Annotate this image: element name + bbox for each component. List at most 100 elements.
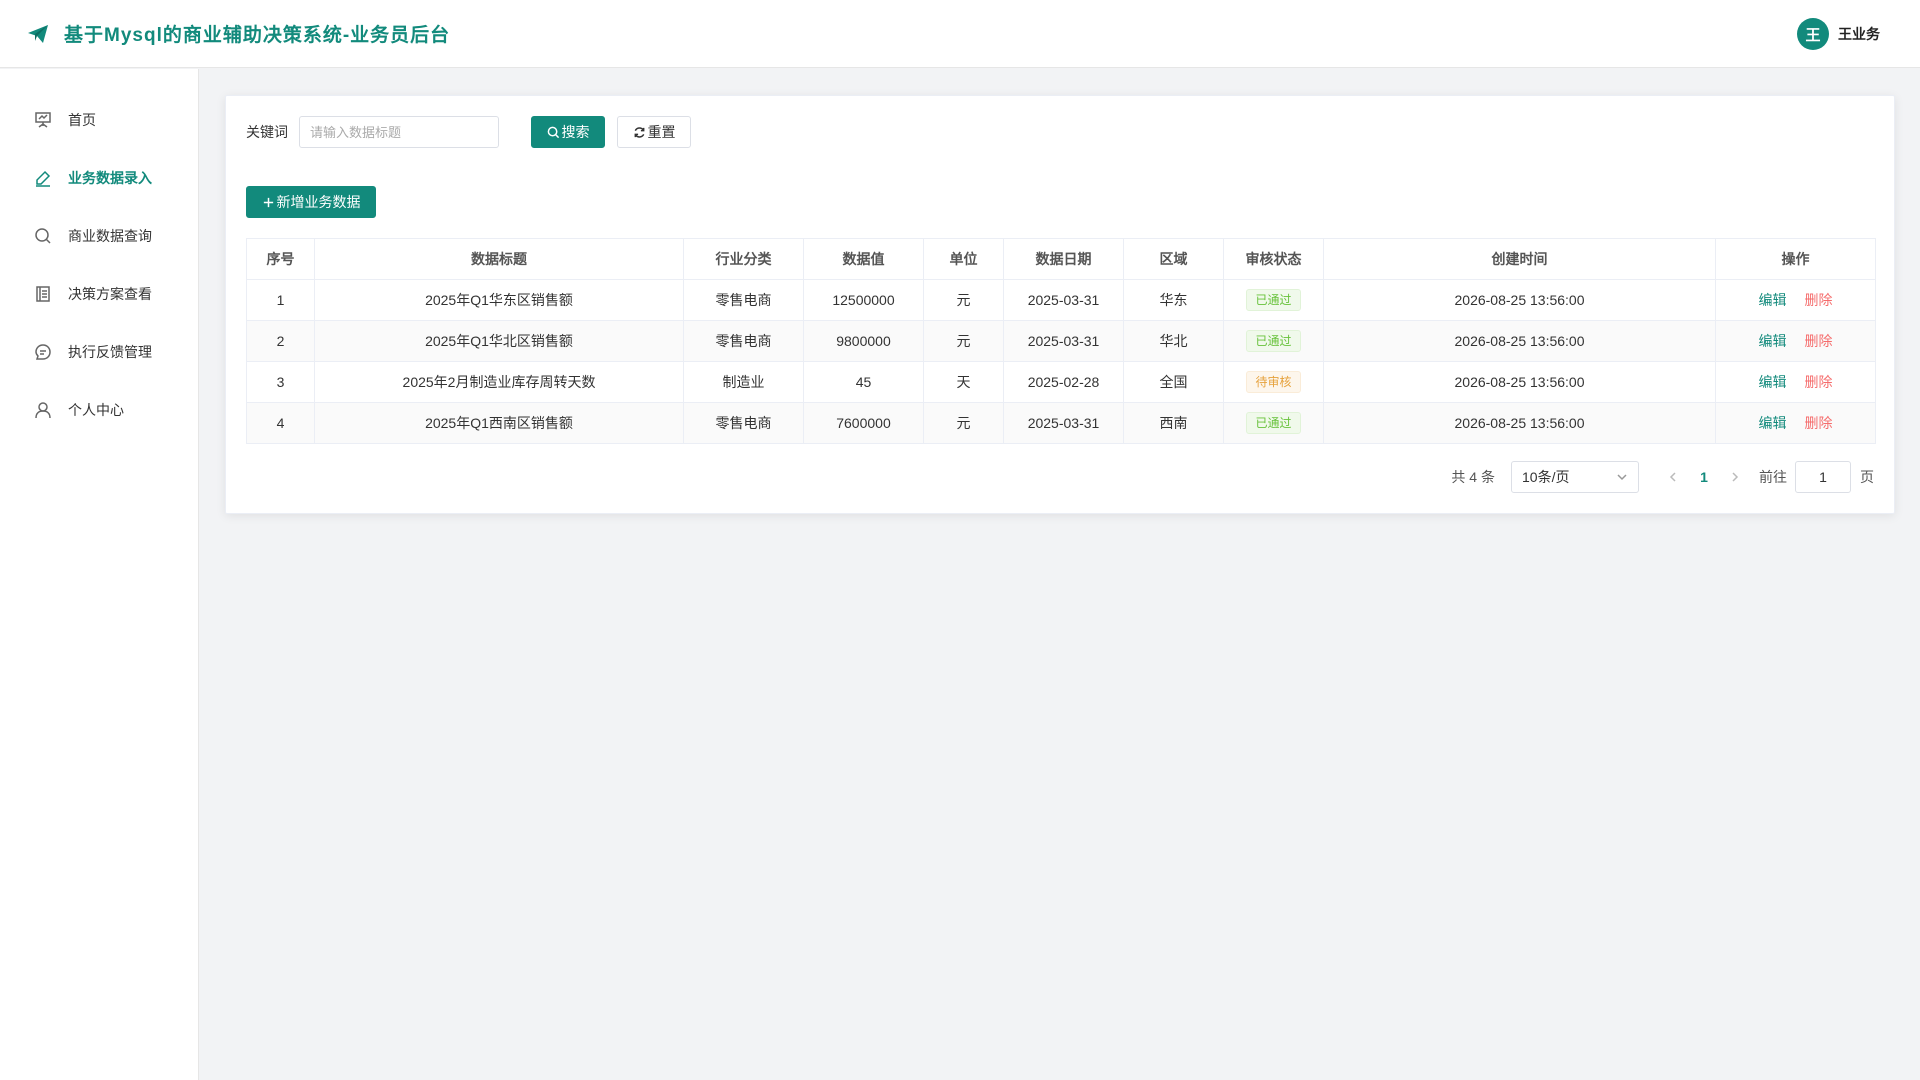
chevron-down-icon <box>1617 474 1627 481</box>
cell-created: 2026-08-25 13:56:00 <box>1323 361 1716 403</box>
delete-link[interactable]: 删除 <box>1805 374 1833 390</box>
document-icon <box>36 286 50 302</box>
cell-date: 2025-02-28 <box>1003 361 1124 403</box>
goto-page-input[interactable] <box>1795 461 1851 493</box>
cell-actions: 编辑 删除 <box>1715 402 1876 444</box>
paper-plane-icon <box>28 24 48 43</box>
cell-value: 9800000 <box>803 320 924 362</box>
column-header: 数据日期 <box>1003 238 1124 280</box>
search-button-label: 搜索 <box>561 124 590 140</box>
edit-link[interactable]: 编辑 <box>1759 292 1787 308</box>
sidebar-item-home[interactable]: 首页 <box>0 91 198 149</box>
edit-link[interactable]: 编辑 <box>1759 333 1787 349</box>
cell-value: 7600000 <box>803 402 924 444</box>
cell-region: 全国 <box>1123 361 1224 403</box>
column-header: 序号 <box>246 238 315 280</box>
sidebar: 首页 业务数据录入 商业数据查询 决策方案查看 执行反馈管理 个人中心 <box>0 69 199 1080</box>
sidebar-item-data-query[interactable]: 商业数据查询 <box>0 207 198 265</box>
top-header: 基于Mysql的商业辅助决策系统-业务员后台 王 王业务 <box>0 0 1920 68</box>
cell-title: 2025年Q1华北区销售额 <box>314 320 684 362</box>
edit-link[interactable]: 编辑 <box>1759 415 1787 431</box>
cell-actions: 编辑 删除 <box>1715 361 1876 403</box>
page-suffix: 页 <box>1860 469 1874 485</box>
status-badge: 待审核 <box>1246 371 1301 393</box>
cell-title: 2025年Q1华东区销售额 <box>314 279 684 321</box>
avatar[interactable]: 王 <box>1797 18 1829 50</box>
cell-value: 45 <box>803 361 924 403</box>
column-header: 操作 <box>1715 238 1876 280</box>
sidebar-item-label: 商业数据查询 <box>68 228 152 244</box>
sidebar-item-feedback[interactable]: 执行反馈管理 <box>0 323 198 381</box>
chat-icon <box>35 344 51 360</box>
sidebar-item-label: 决策方案查看 <box>68 286 152 302</box>
goto-label: 前往 <box>1759 469 1787 485</box>
cell-index: 3 <box>246 361 315 403</box>
user-name[interactable]: 王业务 <box>1838 24 1880 44</box>
keyword-label: 关键词 <box>246 124 288 140</box>
cell-actions: 编辑 删除 <box>1715 279 1876 321</box>
search-button[interactable]: 搜索 <box>531 116 605 148</box>
next-page-button[interactable] <box>1723 465 1747 489</box>
sidebar-item-label: 执行反馈管理 <box>68 344 152 360</box>
column-header: 单位 <box>923 238 1004 280</box>
pagination: 共 4 条 10条/页 1 前往 页 <box>1451 461 1874 493</box>
prev-page-button[interactable] <box>1661 465 1685 489</box>
cell-status: 已通过 <box>1223 279 1324 321</box>
delete-link[interactable]: 删除 <box>1805 333 1833 349</box>
column-header: 数据值 <box>803 238 924 280</box>
status-badge: 已通过 <box>1246 289 1301 311</box>
cell-unit: 元 <box>923 320 1004 362</box>
search-icon <box>547 126 559 138</box>
user-icon <box>35 402 51 419</box>
delete-link[interactable]: 删除 <box>1805 292 1833 308</box>
sidebar-item-data-entry[interactable]: 业务数据录入 <box>0 149 198 207</box>
cell-created: 2026-08-25 13:56:00 <box>1323 320 1716 362</box>
sidebar-item-label: 个人中心 <box>68 402 124 418</box>
cell-actions: 编辑 删除 <box>1715 320 1876 362</box>
add-business-data-button[interactable]: 新增业务数据 <box>246 186 376 218</box>
user-menu[interactable]: 王 王业务 <box>1797 18 1880 50</box>
sidebar-item-label: 首页 <box>68 112 96 128</box>
reset-button[interactable]: 重置 <box>617 116 691 148</box>
cell-date: 2025-03-31 <box>1003 320 1124 362</box>
search-bar: 关键词 搜索 重置 <box>246 116 691 148</box>
sidebar-item-decision-plans[interactable]: 决策方案查看 <box>0 265 198 323</box>
cell-date: 2025-03-31 <box>1003 402 1124 444</box>
brand: 基于Mysql的商业辅助决策系统-业务员后台 <box>26 20 450 47</box>
edit-pen-icon <box>36 170 51 187</box>
edit-link[interactable]: 编辑 <box>1759 374 1787 390</box>
cell-category: 制造业 <box>683 361 804 403</box>
table-header: 序号 数据标题 行业分类 数据值 单位 数据日期 区域 审核状态 创建时间 操作 <box>246 238 1876 280</box>
page-number-current[interactable]: 1 <box>1689 469 1719 485</box>
cell-category: 零售电商 <box>683 402 804 444</box>
chevron-left-icon <box>1669 472 1676 482</box>
cell-title: 2025年Q1西南区销售额 <box>314 402 684 444</box>
cell-title: 2025年2月制造业库存周转天数 <box>314 361 684 403</box>
status-badge: 已通过 <box>1246 412 1301 434</box>
page-size-select[interactable]: 10条/页 <box>1511 461 1639 493</box>
cell-created: 2026-08-25 13:56:00 <box>1323 402 1716 444</box>
refresh-icon <box>634 126 644 138</box>
table-row: 1 2025年Q1华东区销售额 零售电商 12500000 元 2025-03-… <box>246 279 1876 321</box>
cell-created: 2026-08-25 13:56:00 <box>1323 279 1716 321</box>
column-header: 区域 <box>1123 238 1224 280</box>
column-header: 创建时间 <box>1323 238 1716 280</box>
cell-region: 西南 <box>1123 402 1224 444</box>
column-header: 行业分类 <box>683 238 804 280</box>
cell-unit: 天 <box>923 361 1004 403</box>
delete-link[interactable]: 删除 <box>1805 415 1833 431</box>
sidebar-item-profile[interactable]: 个人中心 <box>0 381 198 439</box>
table-row: 4 2025年Q1西南区销售额 零售电商 7600000 元 2025-03-3… <box>246 402 1876 444</box>
chevron-right-icon <box>1732 472 1739 482</box>
table-row: 2 2025年Q1华北区销售额 零售电商 9800000 元 2025-03-3… <box>246 320 1876 362</box>
search-icon <box>35 228 51 244</box>
table-row: 3 2025年2月制造业库存周转天数 制造业 45 天 2025-02-28 全… <box>246 361 1876 403</box>
keyword-input[interactable] <box>299 116 499 148</box>
reset-button-label: 重置 <box>647 124 676 140</box>
cell-status: 已通过 <box>1223 402 1324 444</box>
column-header: 审核状态 <box>1223 238 1324 280</box>
cell-status: 待审核 <box>1223 361 1324 403</box>
main-card: 关键词 搜索 重置 新增业务数据 序号 数据标题 行业分类 数据值 单位 数据日… <box>225 95 1895 514</box>
cell-region: 华北 <box>1123 320 1224 362</box>
cell-index: 4 <box>246 402 315 444</box>
